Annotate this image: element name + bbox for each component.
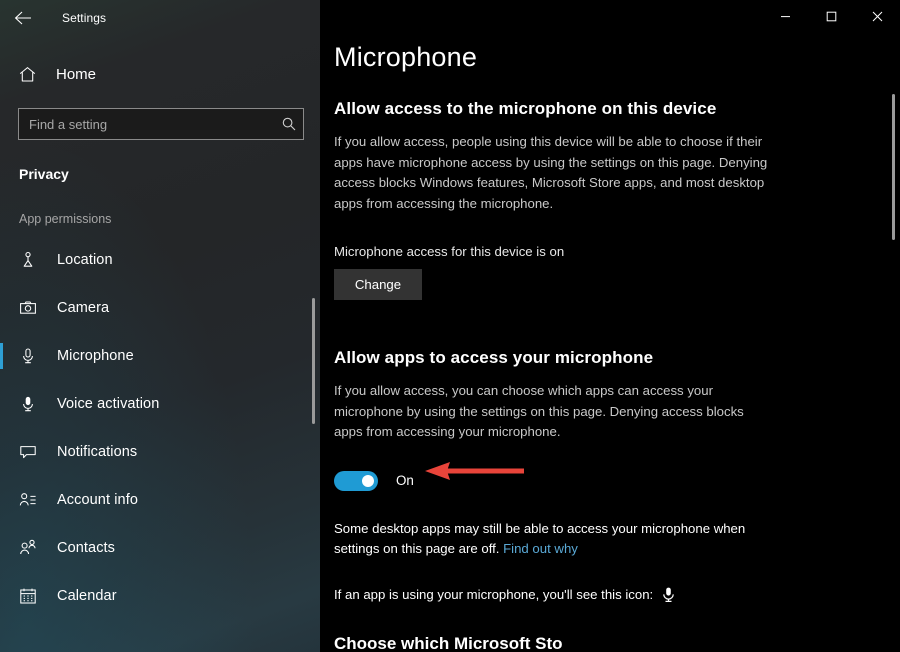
apps-access-heading: Allow apps to access your microphone <box>334 348 654 367</box>
sidebar-item-calendar[interactable]: Calendar <box>0 572 320 620</box>
device-access-status: Microphone access for this device is on <box>334 244 565 259</box>
close-button[interactable] <box>854 0 900 32</box>
main-scrollbar-thumb[interactable] <box>892 94 895 240</box>
sidebar-item-account-info-label: Account info <box>57 492 138 508</box>
sidebar-scrollbar[interactable] <box>309 36 315 652</box>
page-title: Microphone <box>334 42 478 72</box>
titlebar-left: Settings <box>0 0 320 36</box>
apps-access-toggle-row: On <box>334 470 894 491</box>
back-arrow-icon[interactable] <box>0 2 46 34</box>
sidebar: Settings Home Privacy App permissions <box>0 0 320 652</box>
apps-access-toggle-state: On <box>396 473 414 488</box>
toggle-knob <box>362 474 374 487</box>
sidebar-nav: Location Camera Microphone Voice activat… <box>0 236 320 620</box>
contacts-icon <box>19 539 45 557</box>
desktop-apps-note: Some desktop apps may still be able to a… <box>334 519 779 560</box>
sidebar-item-microphone-label: Microphone <box>57 348 134 364</box>
main-content: Microphone Allow access to the microphon… <box>320 0 900 652</box>
change-button[interactable]: Change <box>334 269 422 300</box>
voice-icon <box>19 395 45 413</box>
sidebar-item-notifications[interactable]: Notifications <box>0 428 320 476</box>
sidebar-item-location-label: Location <box>57 252 113 268</box>
account-info-icon <box>19 491 45 509</box>
apps-access-description: If you allow access, you can choose whic… <box>334 383 744 439</box>
sidebar-item-microphone[interactable]: Microphone <box>0 332 320 380</box>
camera-icon <box>19 299 45 317</box>
apps-access-toggle[interactable] <box>334 470 378 491</box>
settings-page: Microphone Allow access to the microphon… <box>334 42 894 652</box>
location-icon <box>19 251 45 269</box>
sidebar-item-home[interactable]: Home <box>0 54 320 94</box>
sidebar-item-contacts[interactable]: Contacts <box>0 524 320 572</box>
mic-indicator-line: If an app is using your microphone, you'… <box>334 586 894 603</box>
sidebar-item-contacts-label: Contacts <box>57 540 116 556</box>
mic-indicator-text: If an app is using your microphone, you'… <box>334 586 654 602</box>
minimize-button[interactable] <box>762 0 808 32</box>
sidebar-item-voice-activation-label: Voice activation <box>57 396 160 412</box>
device-access-heading: Allow access to the microphone on this d… <box>334 99 717 118</box>
microphone-icon <box>19 347 45 365</box>
sidebar-item-calendar-label: Calendar <box>57 588 117 604</box>
calendar-icon <box>19 587 45 605</box>
sidebar-item-account-info[interactable]: Account info <box>0 476 320 524</box>
search-input[interactable] <box>19 109 275 139</box>
sidebar-scrollbar-thumb[interactable] <box>312 298 315 424</box>
window-title: Settings <box>62 11 107 25</box>
window-controls <box>762 0 900 32</box>
find-out-why-link[interactable]: Find out why <box>503 541 578 556</box>
search-icon[interactable] <box>275 116 303 132</box>
home-icon <box>18 65 44 84</box>
sidebar-item-camera-label: Camera <box>57 300 110 316</box>
sidebar-item-home-label: Home <box>56 65 97 83</box>
sidebar-group-title: App permissions <box>19 212 112 226</box>
maximize-button[interactable] <box>808 0 854 32</box>
sidebar-item-voice-activation[interactable]: Voice activation <box>0 380 320 428</box>
microphone-icon <box>661 586 676 603</box>
main-scrollbar[interactable] <box>889 32 895 652</box>
next-section-heading: Choose which Microsoft Sto <box>334 633 563 652</box>
search-box[interactable] <box>18 108 304 140</box>
notification-icon <box>19 443 45 461</box>
device-access-description: If you allow access, people using this d… <box>334 134 768 211</box>
settings-window: Settings Home Privacy App permissions <box>0 0 900 652</box>
sidebar-item-notifications-label: Notifications <box>57 444 138 460</box>
sidebar-item-camera[interactable]: Camera <box>0 284 320 332</box>
sidebar-item-location[interactable]: Location <box>0 236 320 284</box>
sidebar-section-title: Privacy <box>19 166 69 182</box>
